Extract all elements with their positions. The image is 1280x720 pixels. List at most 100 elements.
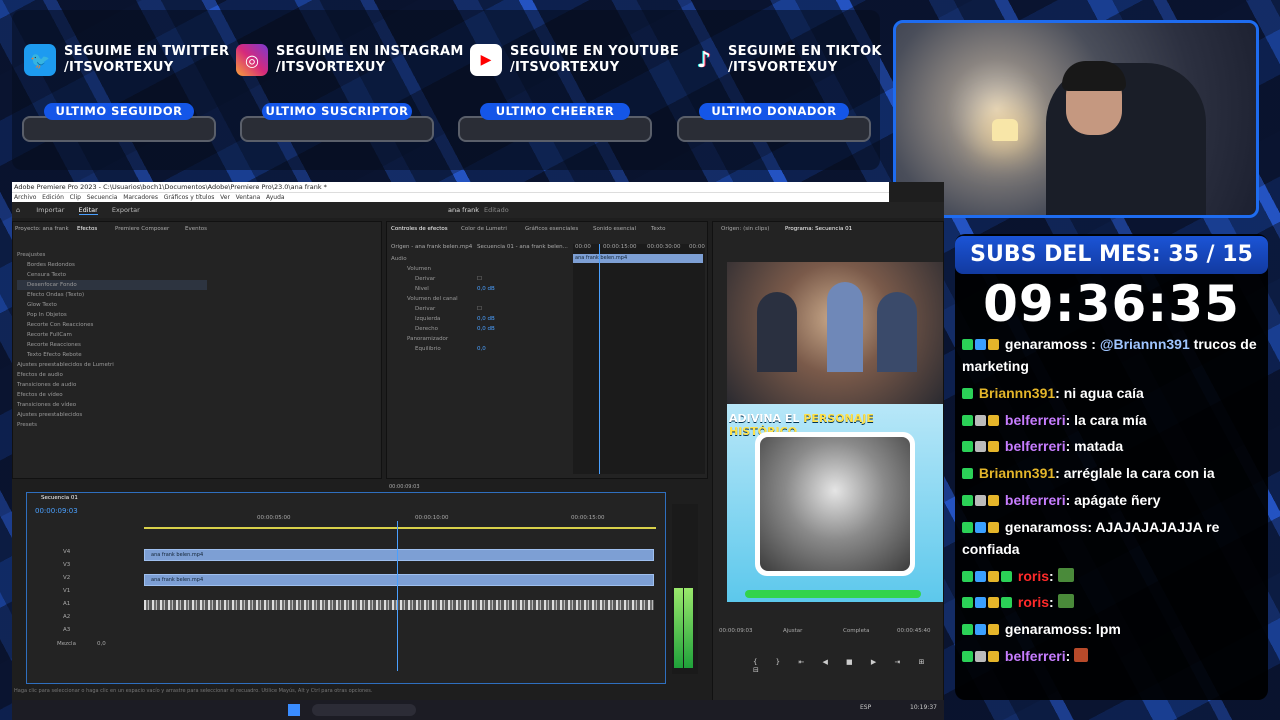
video-clip[interactable]: ana frank belen.mp4 xyxy=(144,549,654,561)
badge-icon xyxy=(962,387,973,399)
menu-item[interactable]: Edición xyxy=(42,194,64,201)
tab-export[interactable]: Exportar xyxy=(112,206,140,214)
row-right[interactable]: Derecho 0,0 dB xyxy=(391,324,571,334)
tab-program[interactable]: Programa: Secuencia 01 xyxy=(785,226,852,232)
track-label[interactable]: A2 xyxy=(63,614,70,620)
taskbar: ESP 10:19:37 xyxy=(12,700,944,720)
track-label[interactable]: V3 xyxy=(63,562,70,568)
program-monitor: Origen: (sin clips) Programa: Secuencia … xyxy=(712,221,944,701)
portrait-card xyxy=(755,432,915,576)
chat-message: belferreri: matada xyxy=(962,435,1262,457)
mini-timeline[interactable]: 00:00 00:00:15:00 00:00:30:00 00:00 ana … xyxy=(573,244,705,474)
tab-text[interactable]: Texto xyxy=(651,226,666,232)
menu-item[interactable]: Ayuda xyxy=(266,194,285,201)
effects-tree-item[interactable]: Ajustes preestablecidos xyxy=(17,410,207,420)
monitor-timecode: 00:00:09:03 xyxy=(719,628,753,634)
lamp xyxy=(992,119,1018,141)
game-progress xyxy=(745,590,921,598)
menu-item[interactable]: Gráficos y títulos xyxy=(164,194,215,201)
track-label[interactable]: A1 xyxy=(63,601,70,607)
twitter-icon: 🐦 xyxy=(24,44,56,76)
taskbar-search[interactable] xyxy=(312,704,416,716)
effects-tree-item[interactable]: Transiciones de audio xyxy=(17,380,207,390)
effects-tree-item[interactable]: Desenfocar Fondo xyxy=(17,280,207,290)
mix-label: Mezcla xyxy=(57,641,76,647)
row-bypass[interactable]: Derivar ☐ xyxy=(391,274,571,284)
tab-project[interactable]: Proyecto: ana frank xyxy=(15,226,69,232)
quality-dropdown[interactable]: Completa xyxy=(843,628,870,634)
row-panner[interactable]: Panoramizador xyxy=(391,334,571,344)
effects-tree-item[interactable]: Bordes Redondos xyxy=(17,260,207,270)
effects-tree-item[interactable]: Efectos de vídeo xyxy=(17,390,207,400)
effects-tree-item[interactable]: Efectos de audio xyxy=(17,370,207,380)
effects-tree-item[interactable]: Preajustes xyxy=(17,250,207,260)
effects-tree-item[interactable]: Presets xyxy=(17,420,207,430)
social-tiktok: ♪ SEGUIME EN TIKTOK/ITSVORTEXUY xyxy=(688,44,882,76)
chat-message: genaramoss: lpm xyxy=(962,618,1262,640)
home-icon[interactable]: ⌂ xyxy=(16,206,20,214)
tab-edit[interactable]: Editar xyxy=(78,206,98,215)
row-channel-volume[interactable]: Volumen del canal xyxy=(391,294,571,304)
stream-timer: 09:36:35 xyxy=(983,275,1240,333)
controls-source[interactable]: Origen - ana frank belen.mp4 xyxy=(391,244,472,250)
track-label[interactable]: V4 xyxy=(63,549,70,555)
playhead[interactable] xyxy=(397,521,398,671)
tab-premiere-composer[interactable]: Premiere Composer xyxy=(115,226,169,232)
audio-clip[interactable] xyxy=(144,600,654,610)
badge-icon xyxy=(962,521,973,533)
menu-item[interactable]: Marcadores xyxy=(123,194,158,201)
tab-essential-sound[interactable]: Sonido esencial xyxy=(593,226,636,232)
tab-events[interactable]: Eventos xyxy=(185,226,207,232)
effects-panel: Proyecto: ana frank Efectos Premiere Com… xyxy=(12,221,382,479)
menu-item[interactable]: Ver xyxy=(220,194,230,201)
last-cheerer-label: ULTIMO CHEERER xyxy=(480,103,630,120)
mini-playhead[interactable] xyxy=(599,244,600,474)
effects-tree-item[interactable]: Recorte FullCam xyxy=(17,330,207,340)
menu-item[interactable]: Secuencia xyxy=(87,194,118,201)
tab-source[interactable]: Origen: (sin clips) xyxy=(721,226,769,232)
effects-tree-item[interactable]: Recorte Con Reacciones xyxy=(17,320,207,330)
tab-lumetri[interactable]: Color de Lumetri xyxy=(461,226,507,232)
row-left[interactable]: Izquierda 0,0 dB xyxy=(391,314,571,324)
tab-essential-graphics[interactable]: Gráficos esenciales xyxy=(525,226,578,232)
row-balance[interactable]: Equilibrio 0,0 xyxy=(391,344,571,354)
social-title: SEGUIME EN TIKTOK xyxy=(728,44,882,59)
sequence-timecode[interactable]: 00:00:09:03 xyxy=(35,507,78,515)
game-overlay: ADIVINA EL PERSONAJE HISTÓRICO xyxy=(727,404,943,602)
work-area-bar[interactable] xyxy=(144,527,656,529)
track-label[interactable]: V1 xyxy=(63,588,70,594)
effects-tree-item[interactable]: Transiciones de vídeo xyxy=(17,400,207,410)
tab-effect-controls[interactable]: Controles de efectos xyxy=(391,226,448,232)
controls-sequence[interactable]: Secuencia 01 - ana frank belen... xyxy=(477,244,568,250)
tab-import[interactable]: Importar xyxy=(36,206,64,214)
fit-dropdown[interactable]: Ajustar xyxy=(783,628,802,634)
windows-start-icon[interactable] xyxy=(288,704,300,716)
tab-effects[interactable]: Efectos xyxy=(77,226,97,232)
effects-tree: Preajustes Bordes Redondos Censura Texto De… xyxy=(17,250,207,430)
effects-tree-item[interactable]: Censura Texto xyxy=(17,270,207,280)
mini-time: 00:00:30:00 xyxy=(647,244,681,250)
row-level[interactable]: Nivel 0,0 dB xyxy=(391,284,571,294)
mini-clip[interactable]: ana frank belen.mp4 xyxy=(573,254,703,263)
effects-tree-item[interactable]: Glow Texto xyxy=(17,300,207,310)
track-label[interactable]: A3 xyxy=(63,627,70,633)
badge-icon xyxy=(962,597,973,609)
video-clip[interactable]: ana frank belen.mp4 xyxy=(144,574,654,586)
tab-sequence[interactable]: Secuencia 01 xyxy=(41,495,78,501)
row-bypass-2[interactable]: Derivar ☐ xyxy=(391,304,571,314)
transport-controls[interactable]: { } ⇤ ◀ ■ ▶ ⇥ ⊞ ⊟ xyxy=(753,658,943,674)
mix-value[interactable]: 0,0 xyxy=(97,641,106,647)
effects-tree-item[interactable]: Texto Efecto Rebote xyxy=(17,350,207,360)
menu-item[interactable]: Archivo xyxy=(14,194,36,201)
effects-tree-item[interactable]: Ajustes preestablecidos de Lumetri xyxy=(17,360,207,370)
project-title: ana frank xyxy=(448,206,479,214)
menu-item[interactable]: Clip xyxy=(70,194,81,201)
effects-tree-item[interactable]: Efecto Ondas (Texto) xyxy=(17,290,207,300)
workspace-bar: ⌂ Importar Editar Exportar ana frank Edi… xyxy=(12,202,944,218)
menu-item[interactable]: Ventana xyxy=(236,194,261,201)
effects-tree-item[interactable]: Recorte Reacciones xyxy=(17,340,207,350)
track-label[interactable]: V2 xyxy=(63,575,70,581)
row-volume[interactable]: Volumen xyxy=(391,264,571,274)
effects-tree-item[interactable]: Pop In Objetos xyxy=(17,310,207,320)
chat-message: belferreri: xyxy=(962,645,1262,667)
